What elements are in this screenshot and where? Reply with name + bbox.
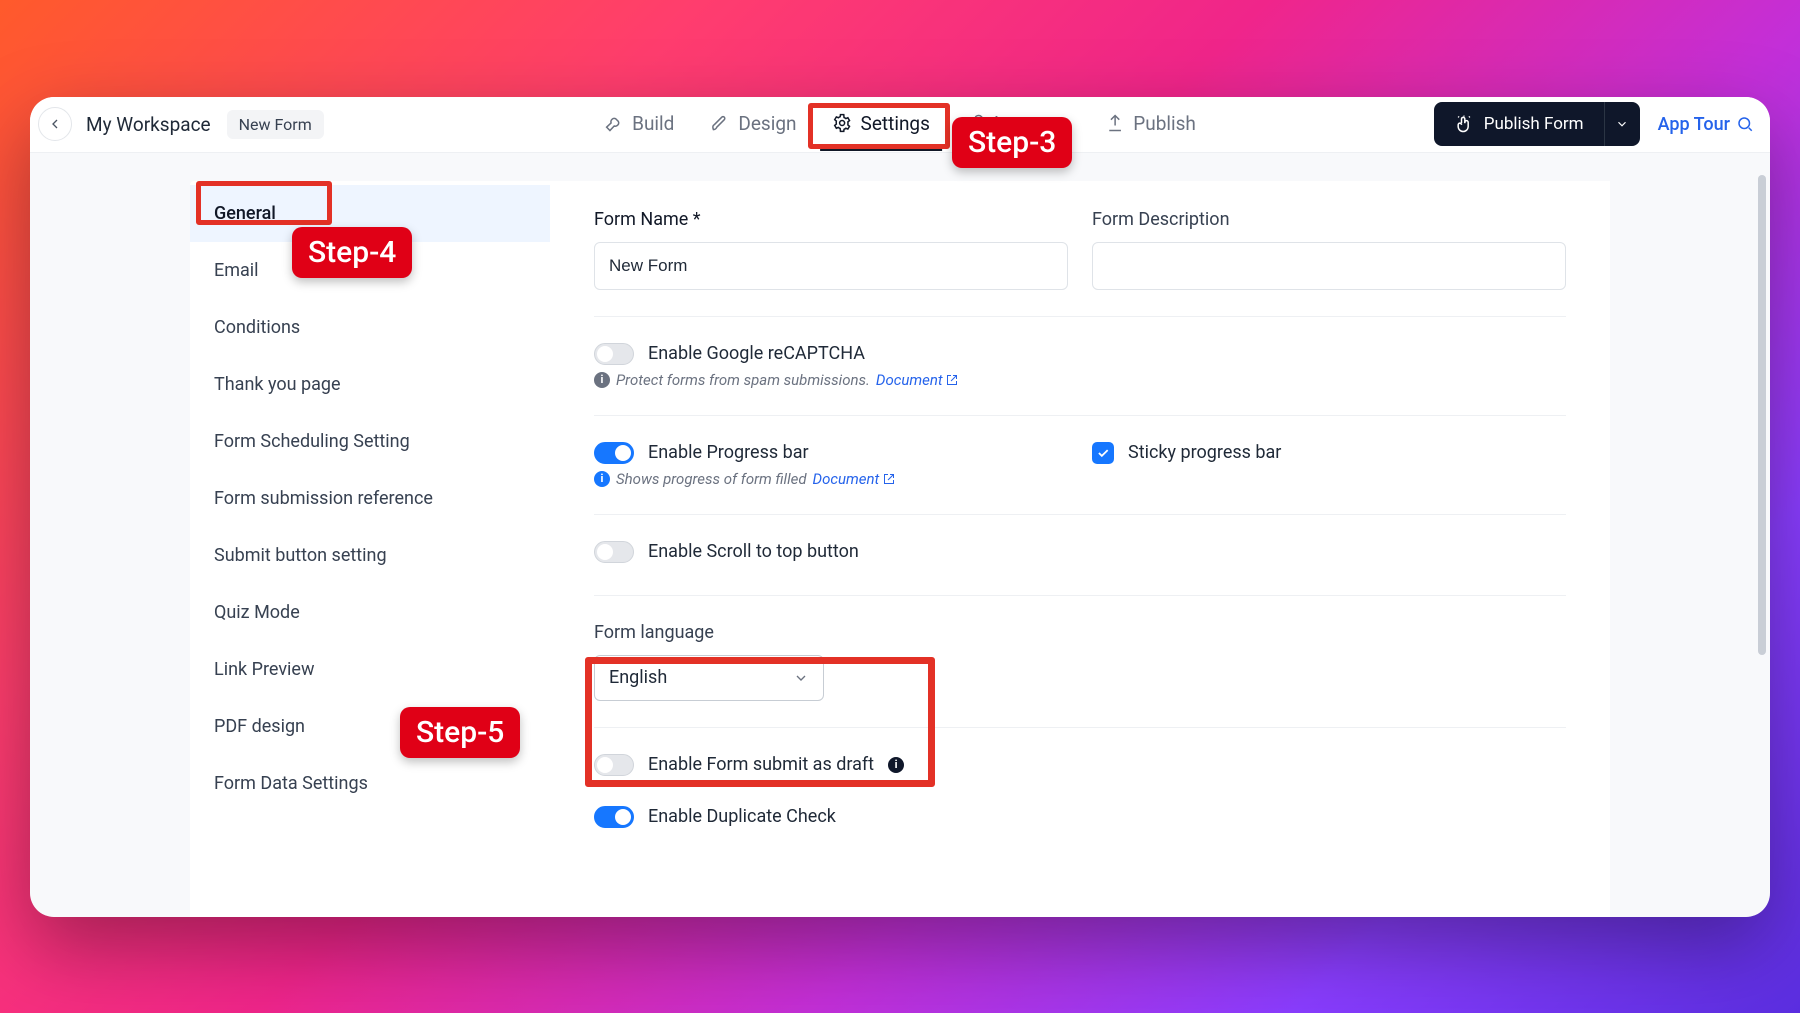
hand-click-icon bbox=[1454, 114, 1474, 134]
external-link-icon bbox=[883, 473, 895, 485]
sidebar-item-quiz[interactable]: Quiz Mode bbox=[190, 584, 550, 641]
tab-settings[interactable]: Settings bbox=[825, 98, 938, 151]
draft-toggle[interactable] bbox=[594, 754, 634, 776]
editor-tabs: Build Design Settings Integrate Publish bbox=[596, 98, 1204, 151]
chevron-down-icon bbox=[1615, 117, 1629, 131]
row-duplicate: Enable Duplicate Check bbox=[594, 806, 1566, 834]
wrench-icon bbox=[604, 113, 624, 133]
recaptcha-hint: i Protect forms from spam submissions. D… bbox=[594, 371, 1566, 389]
workspace-link[interactable]: My Workspace bbox=[86, 113, 211, 136]
tab-label: Publish bbox=[1133, 112, 1196, 135]
language-select[interactable]: English bbox=[594, 655, 824, 701]
check-icon bbox=[1096, 446, 1110, 460]
tab-integrate[interactable]: Integrate bbox=[958, 98, 1077, 151]
publish-group: Publish Form bbox=[1434, 102, 1640, 146]
publish-label: Publish Form bbox=[1484, 114, 1584, 134]
sidebar-item-submission-ref[interactable]: Form submission reference bbox=[190, 470, 550, 527]
arrow-left-icon bbox=[47, 116, 63, 132]
topbar: My Workspace New Form Build Design Setti… bbox=[30, 97, 1770, 153]
duplicate-toggle[interactable] bbox=[594, 806, 634, 828]
tab-label: Build bbox=[632, 112, 674, 135]
info-icon[interactable]: i bbox=[888, 757, 904, 773]
chevron-down-icon bbox=[793, 670, 809, 686]
scrolltop-toggle[interactable] bbox=[594, 541, 634, 563]
search-icon bbox=[1736, 115, 1754, 133]
form-desc-input[interactable] bbox=[1092, 242, 1566, 290]
language-label: Form language bbox=[594, 622, 1566, 643]
sidebar-item-scheduling[interactable]: Form Scheduling Setting bbox=[190, 413, 550, 470]
tab-label: Integrate bbox=[994, 112, 1069, 135]
language-value: English bbox=[609, 667, 667, 688]
app-window: My Workspace New Form Build Design Setti… bbox=[30, 97, 1770, 917]
sidebar-item-link-preview[interactable]: Link Preview bbox=[190, 641, 550, 698]
progress-hint: i Shows progress of form filled Document bbox=[594, 470, 1068, 488]
progress-doc-link[interactable]: Document bbox=[813, 470, 895, 488]
sidebar-item-email[interactable]: Email bbox=[190, 242, 550, 299]
recaptcha-toggle[interactable] bbox=[594, 343, 634, 365]
sidebar-item-conditions[interactable]: Conditions bbox=[190, 299, 550, 356]
form-name-input[interactable] bbox=[594, 242, 1068, 290]
form-desc-label: Form Description bbox=[1092, 209, 1566, 230]
sidebar-item-thankyou[interactable]: Thank you page bbox=[190, 356, 550, 413]
settings-main: Form Name * Form Description Enable Goog… bbox=[550, 181, 1610, 917]
settings-sidebar: General Email Conditions Thank you page … bbox=[190, 181, 550, 917]
info-icon: i bbox=[594, 471, 610, 487]
sidebar-item-submit-button[interactable]: Submit button setting bbox=[190, 527, 550, 584]
app-tour-link[interactable]: App Tour bbox=[1658, 114, 1754, 135]
tab-label: Design bbox=[738, 112, 796, 135]
sticky-progress-label: Sticky progress bar bbox=[1128, 442, 1281, 463]
upload-icon bbox=[1105, 113, 1125, 133]
row-recaptcha: Enable Google reCAPTCHA i Protect forms … bbox=[594, 343, 1566, 416]
tab-build[interactable]: Build bbox=[596, 98, 682, 151]
tab-label: Settings bbox=[861, 112, 930, 135]
progress-label: Enable Progress bar bbox=[648, 442, 809, 463]
row-name-desc: Form Name * Form Description bbox=[594, 209, 1566, 317]
sidebar-item-data[interactable]: Form Data Settings bbox=[190, 755, 550, 812]
recaptcha-label: Enable Google reCAPTCHA bbox=[648, 343, 865, 364]
sidebar-item-general[interactable]: General bbox=[190, 185, 550, 242]
link-icon bbox=[966, 113, 986, 133]
info-icon: i bbox=[594, 372, 610, 388]
recaptcha-doc-link[interactable]: Document bbox=[876, 371, 958, 389]
sticky-progress-checkbox[interactable] bbox=[1092, 442, 1114, 464]
draft-label: Enable Form submit as draft bbox=[648, 754, 874, 775]
tab-design[interactable]: Design bbox=[702, 98, 804, 151]
duplicate-label: Enable Duplicate Check bbox=[648, 806, 836, 827]
scrolltop-label: Enable Scroll to top button bbox=[648, 541, 859, 562]
row-progress: Enable Progress bar i Shows progress of … bbox=[594, 442, 1566, 515]
app-tour-label: App Tour bbox=[1658, 114, 1730, 135]
row-language: Form language English bbox=[594, 622, 1566, 728]
scrollbar[interactable] bbox=[1758, 175, 1766, 655]
form-name-label: Form Name * bbox=[594, 209, 1068, 230]
sidebar-item-pdf[interactable]: PDF design bbox=[190, 698, 550, 755]
publish-dropdown[interactable] bbox=[1604, 102, 1640, 146]
tab-publish[interactable]: Publish bbox=[1097, 98, 1204, 151]
topbar-right: Publish Form App Tour bbox=[1434, 102, 1762, 146]
form-title-pill[interactable]: New Form bbox=[227, 110, 324, 139]
row-draft: Enable Form submit as draft i bbox=[594, 754, 1566, 782]
external-link-icon bbox=[946, 374, 958, 386]
settings-icon bbox=[833, 113, 853, 133]
publish-button[interactable]: Publish Form bbox=[1434, 102, 1604, 146]
row-scrolltop: Enable Scroll to top button bbox=[594, 541, 1566, 596]
back-button[interactable] bbox=[38, 107, 72, 141]
brush-icon bbox=[710, 113, 730, 133]
progress-toggle[interactable] bbox=[594, 442, 634, 464]
body: General Email Conditions Thank you page … bbox=[30, 153, 1770, 917]
